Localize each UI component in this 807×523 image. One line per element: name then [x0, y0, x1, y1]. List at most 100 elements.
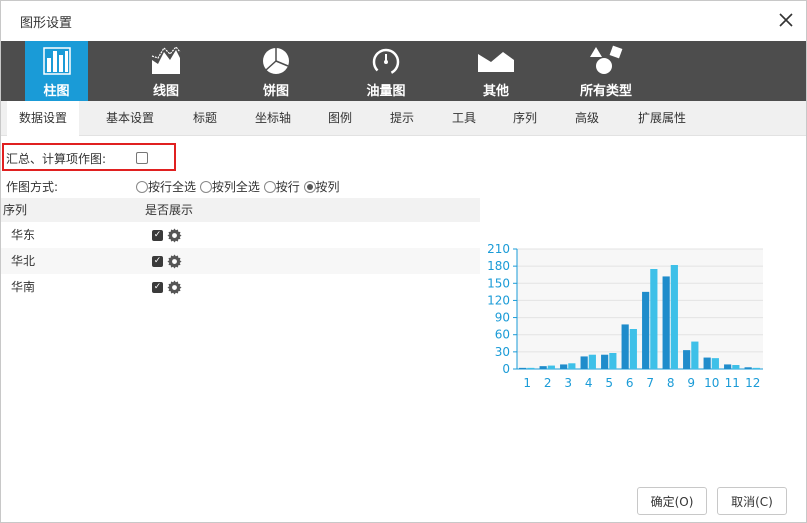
header-series: 序列 [3, 203, 28, 217]
tab-axis[interactable]: 坐标轴 [245, 101, 301, 136]
chart-type-all[interactable]: 所有类型 [556, 41, 656, 101]
tab-title[interactable]: 标题 [182, 101, 228, 136]
bar-5-s1 [601, 354, 609, 369]
chart-type-bar-chart[interactable]: 柱图 [25, 41, 88, 101]
bar-2-s2 [547, 365, 555, 369]
summary-option-row: 汇总、计算项作图: [6, 150, 106, 167]
chart-type-gauge[interactable]: 油量图 [336, 41, 436, 101]
bar-9-s1 [683, 350, 691, 369]
close-icon[interactable] [777, 11, 795, 29]
bar-6-s1 [621, 324, 629, 369]
shown-checkbox[interactable]: ✓ [152, 256, 163, 267]
bar-9-s2 [691, 341, 699, 369]
x-tick-label: 2 [544, 376, 552, 390]
other-chart-icon [478, 52, 514, 72]
mode-label-row: 作图方式: [6, 178, 58, 195]
line-chart-icon [151, 46, 181, 74]
tab-legend[interactable]: 图例 [319, 101, 361, 136]
chart-type-bar: 柱图 线图 饼图 油量图 其他 所有类型 [1, 41, 806, 101]
x-tick-label: 1 [523, 376, 531, 390]
cancel-button[interactable]: 取消(C) [717, 487, 787, 515]
y-tick-label: 90 [495, 311, 510, 325]
ok-button[interactable]: 确定(O) [637, 487, 707, 515]
shown-checkbox[interactable]: ✓ [152, 230, 163, 241]
chart-type-label: 饼图 [262, 84, 289, 99]
x-tick-label: 5 [605, 376, 613, 390]
bar-5-s2 [609, 353, 617, 369]
mode-radio-col[interactable] [303, 181, 316, 193]
tab-extended-properties[interactable]: 扩展属性 [629, 101, 695, 136]
dialog-title: 图形设置 [20, 16, 73, 31]
bar-6-s2 [629, 329, 637, 369]
y-tick-label: 120 [487, 293, 510, 307]
bar-2-s1 [539, 366, 547, 369]
tab-data-settings[interactable]: 数据设置 [7, 101, 79, 137]
mode-label-col: 按列 [315, 180, 340, 194]
mode-radio-col-all[interactable] [199, 181, 212, 193]
shown-cell: ✓ [152, 274, 182, 300]
y-tick-label: 180 [487, 259, 510, 273]
chart-type-other[interactable]: 其他 [446, 41, 546, 101]
gear-icon[interactable] [167, 228, 182, 243]
mode-label-col-all: 按列全选 [211, 180, 260, 194]
bar-11-s1 [724, 364, 732, 369]
bar-1-s1 [519, 367, 527, 369]
chart-plot-area [517, 249, 763, 369]
y-tick-label: 30 [495, 345, 510, 359]
mode-radio-row-all[interactable] [136, 181, 148, 193]
bar-8-s2 [670, 265, 678, 369]
bar-1-s2 [527, 367, 535, 369]
y-tick-label: 0 [502, 362, 510, 376]
bar-7-s1 [642, 291, 650, 369]
x-tick-label: 3 [564, 376, 572, 390]
series-name: 华东 [11, 228, 36, 242]
mode-radio-row[interactable] [263, 181, 276, 193]
x-tick-label: 9 [687, 376, 695, 390]
x-tick-label: 6 [626, 376, 634, 390]
mode-label-row: 按行 [275, 180, 300, 194]
series-name: 华北 [11, 254, 36, 268]
shown-cell: ✓ [152, 248, 182, 274]
mode-label: 作图方式: [6, 180, 59, 194]
x-tick-label: 8 [667, 376, 675, 390]
gear-icon[interactable] [167, 280, 182, 295]
header-shown: 是否展示 [145, 203, 194, 217]
summary-checkbox[interactable] [136, 152, 148, 164]
shown-cell: ✓ [152, 222, 182, 248]
preview-bar-chart: 03060901201501802101 2 3 4 5 6 7 8 9 10 11 12 [487, 242, 763, 390]
chart-type-label: 所有类型 [579, 84, 632, 99]
bar-10-s1 [703, 357, 711, 369]
tab-tools[interactable]: 工具 [443, 101, 485, 136]
chart-type-label: 其他 [482, 84, 509, 99]
table-row: 华东 ✓ [1, 222, 480, 248]
chart-type-pie-chart[interactable]: 饼图 [226, 41, 326, 101]
bar-12-s1 [744, 367, 752, 369]
table-row: 华北 ✓ [1, 248, 480, 274]
bar-12-s2 [752, 367, 760, 369]
chart-type-label: 线图 [152, 84, 179, 99]
bar-3-s1 [560, 364, 568, 369]
shown-checkbox[interactable]: ✓ [152, 282, 163, 293]
tab-advanced[interactable]: 高级 [566, 101, 608, 136]
summary-label: 汇总、计算项作图: [6, 152, 107, 166]
chart-type-label: 柱图 [43, 84, 70, 99]
series-name: 华南 [11, 280, 36, 294]
all-types-icon [590, 45, 623, 74]
chart-type-line-chart[interactable]: 线图 [116, 41, 216, 101]
tab-basic-settings[interactable]: 基本设置 [97, 101, 163, 136]
tab-series[interactable]: 序列 [504, 101, 546, 136]
table-row: 华南 ✓ [1, 274, 480, 300]
gear-icon[interactable] [167, 254, 182, 269]
bar-10-s2 [711, 358, 719, 369]
chart-type-label: 油量图 [366, 84, 406, 99]
bar-8-s1 [662, 276, 670, 369]
series-table-header: 序列 是否展示 [1, 198, 480, 222]
settings-tabs: 数据设置 基本设置 标题 坐标轴 图例 提示 工具 序列 高级 扩展属性 [1, 101, 806, 137]
y-tick-label: 60 [495, 328, 510, 342]
x-tick-label: 4 [585, 376, 593, 390]
graph-settings-dialog: 图形设置 柱图 线图 饼图 油量图 其他 所有类型 数据设置 基本设置 标题 坐… [0, 0, 807, 523]
tab-tooltip[interactable]: 提示 [381, 101, 423, 136]
x-tick-label: 11 [725, 376, 740, 390]
x-tick-label: 7 [646, 376, 654, 390]
bar-4-s1 [580, 356, 588, 369]
